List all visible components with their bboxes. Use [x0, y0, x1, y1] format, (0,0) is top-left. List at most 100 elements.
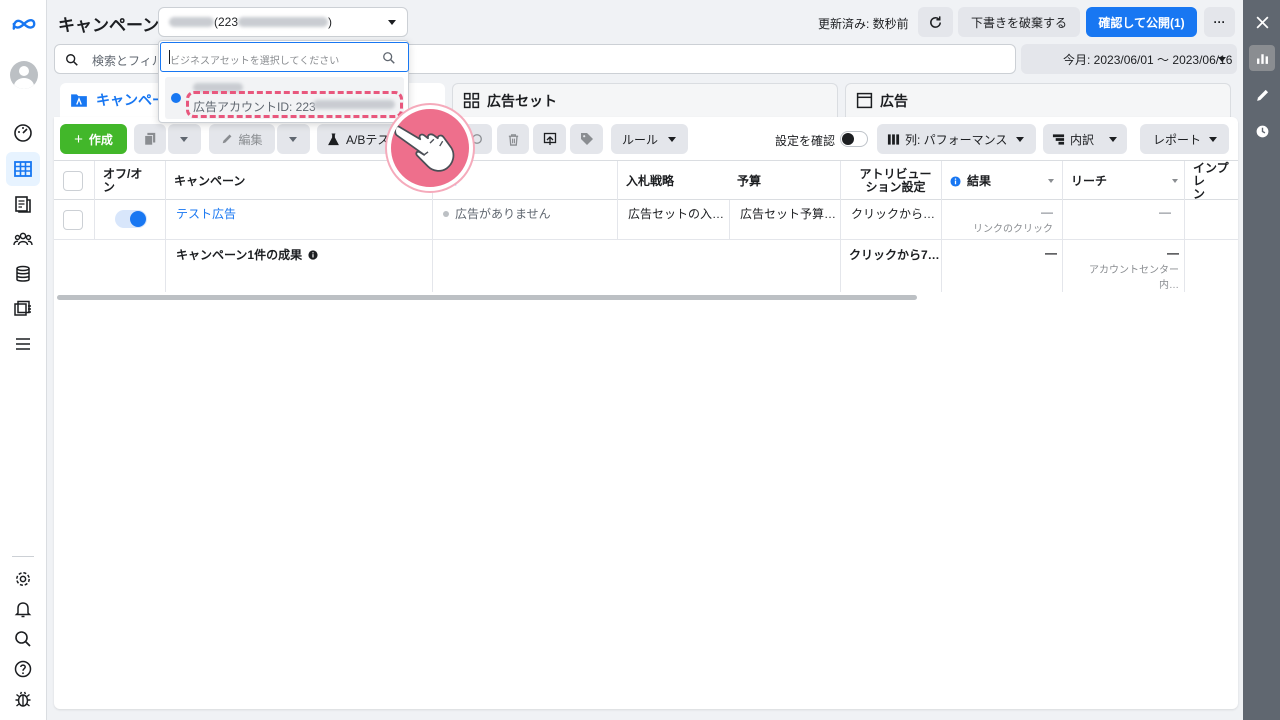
column-header-results[interactable]: 結果 — [941, 161, 1063, 201]
columns-label: 列: パフォーマンス — [905, 132, 1008, 147]
row-checkbox[interactable] — [63, 210, 83, 230]
updated-status: 更新済み: 数秒前 — [818, 17, 909, 31]
flask-icon — [328, 132, 339, 145]
column-header-onoff[interactable]: オフ/オ ン — [94, 161, 166, 201]
left-navigation — [0, 0, 47, 720]
dashboard-icon[interactable] — [11, 121, 35, 145]
account-select[interactable]: (223 ) — [158, 7, 408, 37]
row-impressions — [1184, 200, 1238, 239]
summary-attribution: クリックから7… — [840, 240, 942, 292]
plus-icon: + — [74, 130, 83, 148]
edit-dropdown[interactable] — [277, 124, 310, 154]
chevron-down-icon — [180, 137, 188, 142]
row-delivery-cell: 広告がありません — [432, 200, 618, 239]
meta-logo-icon[interactable] — [10, 12, 38, 36]
chevron-down-icon — [1016, 137, 1024, 142]
campaign-folder-icon — [71, 94, 87, 107]
close-icon[interactable] — [1249, 9, 1275, 35]
settings-check-toggle[interactable] — [840, 131, 868, 147]
campaign-toggle[interactable] — [115, 210, 147, 228]
report-label: レポート — [1153, 132, 1202, 147]
row-results-cell: — リンクのクリック — [941, 200, 1063, 239]
bell-icon[interactable] — [11, 597, 35, 621]
main-panel: + 作成 編集 A/Bテス ルール 設定を確認 列: パフォーマンス 内訳 レポ… — [54, 117, 1238, 709]
discard-draft-button[interactable]: 下書きを破棄する — [958, 7, 1080, 37]
column-header-reach[interactable]: リーチ — [1062, 161, 1185, 201]
billing-icon[interactable] — [11, 262, 35, 286]
column-header-onoff-line2: ン — [103, 180, 116, 194]
report-button[interactable]: レポート — [1140, 124, 1229, 154]
summary-reach-cell: — アカウントセンター内… — [1062, 240, 1185, 292]
edit-label: 編集 — [238, 132, 263, 147]
breakdown-button[interactable]: 内訳 — [1043, 124, 1127, 154]
info-icon[interactable] — [308, 250, 319, 260]
help-icon[interactable] — [11, 657, 35, 681]
status-dot-icon — [443, 211, 449, 217]
chevron-down-icon — [388, 20, 396, 25]
summary-impressions — [1184, 240, 1238, 292]
audience-icon[interactable] — [11, 227, 35, 251]
create-button[interactable]: + 作成 — [60, 124, 127, 154]
row-budget: 広告セット予算… — [729, 200, 841, 239]
column-header-budget[interactable]: 予算 — [729, 161, 841, 201]
tag-icon — [580, 133, 593, 145]
row-results-value: — — [1041, 205, 1053, 219]
tag-button[interactable] — [570, 124, 603, 154]
duplicate-dropdown[interactable] — [168, 124, 201, 154]
breakdown-icon — [1052, 133, 1065, 145]
row-reach: — — [1062, 200, 1185, 239]
delivery-status: 広告がありません — [455, 207, 551, 221]
summary-reach-sub: アカウントセンター内… — [1089, 265, 1179, 291]
table-row[interactable]: テスト広告 広告がありません 広告セットの入… 広告セット予算… クリックから…… — [54, 200, 1238, 240]
refresh-icon — [930, 15, 941, 28]
account-select-suffix: ) — [328, 15, 333, 29]
business-asset-search-input[interactable]: ビジネスアセットを選択してください — [160, 42, 409, 72]
summary-row: キャンペーン1件の成果 クリックから7… — — アカウントセンター内… — [54, 240, 1238, 292]
ab-test-label: A/Bテス — [346, 132, 390, 147]
chevron-down-icon — [289, 137, 297, 142]
menu-icon[interactable] — [11, 332, 35, 356]
delete-button[interactable] — [497, 124, 529, 154]
gear-icon[interactable] — [11, 567, 35, 591]
highlight-annotation — [186, 91, 403, 118]
date-range-button[interactable]: 今月: 2023/06/01 〜 2023/06/16 — [1021, 44, 1237, 74]
more-options-button[interactable]: ··· — [1204, 7, 1235, 37]
search-icon[interactable] — [11, 627, 35, 651]
trash-icon — [508, 133, 518, 146]
columns-button[interactable]: 列: パフォーマンス — [877, 124, 1036, 154]
create-label: 作成 — [88, 132, 113, 147]
rules-label: ルール — [622, 132, 659, 147]
tab-ads[interactable]: 広告 — [845, 83, 1231, 117]
tab-adsets-label: 広告セット — [487, 92, 557, 109]
column-header-bid-strategy[interactable]: 入札戦略 — [617, 161, 730, 201]
pencil-icon[interactable] — [1249, 82, 1275, 108]
column-header-attribution-line2: ション設定 — [865, 180, 926, 194]
horizontal-scrollbar[interactable] — [57, 295, 917, 300]
refresh-button[interactable] — [918, 7, 953, 37]
select-all-checkbox[interactable] — [63, 171, 83, 191]
column-header-impressions[interactable]: インプレ ン — [1184, 161, 1238, 201]
blurred-account-id — [238, 17, 329, 27]
campaign-name-link[interactable]: テスト広告 — [165, 200, 433, 239]
media-icon[interactable] — [11, 297, 35, 321]
adset-grid-icon — [463, 92, 480, 109]
export-button[interactable] — [533, 124, 566, 154]
chevron-down-icon — [1209, 137, 1217, 142]
pages-icon[interactable] — [11, 192, 35, 216]
avatar[interactable] — [10, 61, 38, 89]
table-icon[interactable] — [11, 157, 35, 181]
duplicate-button[interactable] — [134, 124, 166, 154]
edit-button[interactable]: 編集 — [209, 124, 275, 154]
chart-icon[interactable] — [1249, 45, 1275, 71]
column-header-attribution[interactable]: アトリビュー ション設定 — [840, 161, 942, 201]
tab-adsets[interactable]: 広告セット — [452, 83, 838, 117]
review-publish-button[interactable]: 確認して公開(1) — [1086, 7, 1197, 37]
date-range-label: 今月: 2023/06/01 〜 2023/06/16 — [1063, 52, 1233, 67]
column-header-impressions-line2: ン — [1193, 186, 1206, 201]
bug-icon[interactable] — [11, 687, 35, 711]
row-reach-value: — — [1159, 205, 1171, 219]
rules-button[interactable]: ルール — [611, 124, 688, 154]
chevron-down-icon — [1218, 57, 1226, 62]
summary-results: — — [941, 240, 1063, 292]
clock-icon[interactable] — [1249, 118, 1275, 144]
